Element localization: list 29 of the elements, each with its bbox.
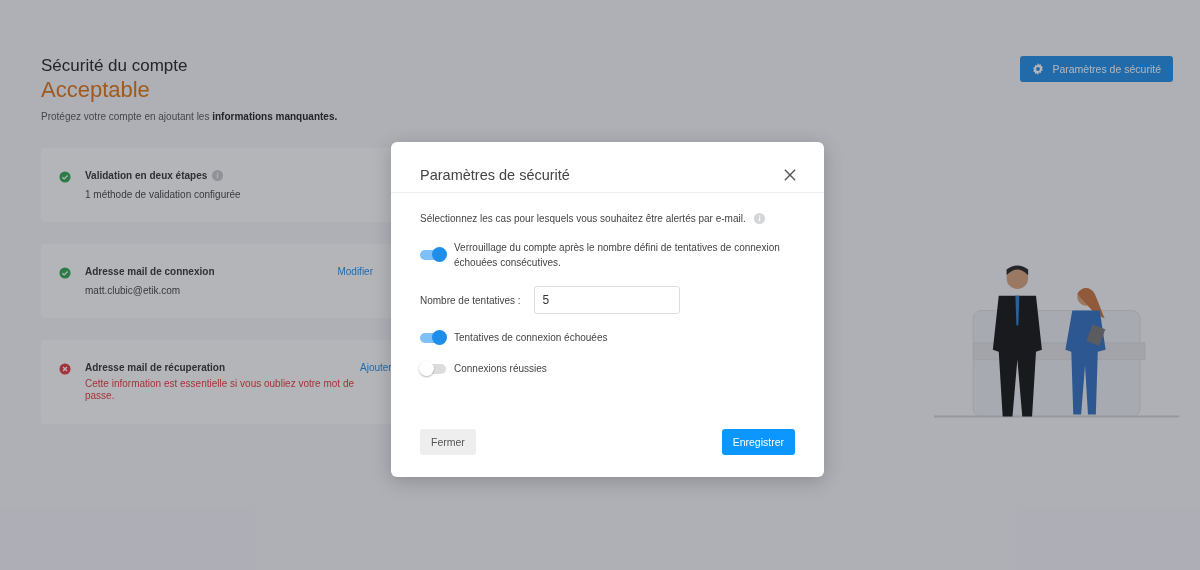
field-label: Nombre de tentatives : <box>420 294 521 306</box>
toggle-switch[interactable] <box>420 363 446 374</box>
toggle-switch[interactable] <box>420 332 446 343</box>
toggle-label: Verrouillage du compte après le nombre défini de tentatives de connexion échouées consécutives. <box>454 241 781 270</box>
warning-text: Cette information est essentielle si vous oubliez votre mot de passe. <box>85 378 356 402</box>
security-settings-button[interactable]: Paramètres de sécurité <box>1020 56 1173 82</box>
card-title: Adresse mail de connexion <box>85 266 215 277</box>
toggle-switch[interactable] <box>420 250 446 260</box>
check-circle-icon <box>59 171 71 183</box>
card-title: Adresse mail de récuperation <box>85 362 226 373</box>
dialog-instructions: Sélectionnez les cas pour lesquels vous souhaitez être alertés par e-mail. <box>420 213 746 224</box>
attempts-input-field[interactable]: 5 <box>533 286 680 314</box>
action-link[interactable]: Modifier <box>337 266 373 277</box>
error-circle-icon <box>59 363 71 375</box>
toggle-label: Tentatives de connexion échouées <box>454 331 608 345</box>
check-circle-icon <box>59 267 71 279</box>
intro-text: Protégez votre compte en ajoutant les informations manquantes. <box>41 111 339 122</box>
close-button[interactable]: Fermer <box>420 429 476 455</box>
dialog-title: Paramètres de sécurité <box>420 166 570 183</box>
save-button[interactable]: Enregistrer <box>721 429 795 455</box>
card-detail: matt.clubic@etik.com <box>85 285 182 296</box>
close-icon[interactable] <box>784 168 796 181</box>
card-detail: 1 méthode de validation configurée <box>85 189 242 200</box>
action-link[interactable]: Ajouter <box>360 362 392 373</box>
page-title: Sécurité du compte <box>41 56 189 76</box>
security-level: Acceptable <box>41 77 151 103</box>
card-title: Validation en deux étapes <box>85 170 208 181</box>
toggle-label: Connexions réussies <box>454 362 547 376</box>
settings-icon <box>1032 63 1045 75</box>
